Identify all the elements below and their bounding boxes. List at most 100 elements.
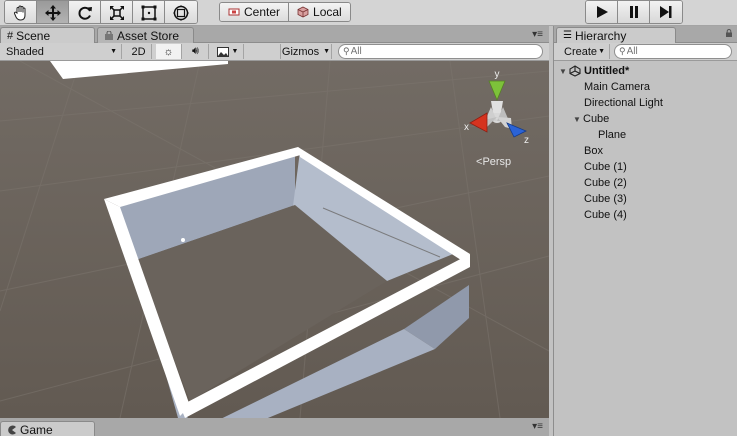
transform-tool-group [4,0,198,24]
hierarchy-item-label: Box [584,145,603,157]
chevron-down-icon: ▼ [323,48,331,55]
game-tabbar: Game ▾≡ [0,418,549,436]
speaker-icon: 🔊︎ [192,45,199,57]
hierarchy-item-cube-4[interactable]: Cube (4) [554,207,737,223]
hierarchy-item-label: Untitled* [584,65,630,77]
tab-game-label: Game [20,422,53,436]
expand-triangle-icon[interactable]: ▼ [559,67,569,76]
hierarchy-item-cube[interactable]: ▼ Cube [554,111,737,127]
hierarchy-item-directional-light[interactable]: Directional Light [554,95,737,111]
pacman-icon [8,425,16,434]
create-label: Create [564,45,598,58]
step-button[interactable] [650,1,682,23]
step-icon [660,6,672,18]
hierarchy-item-box[interactable]: Box [554,143,737,159]
hierarchy-item-main-camera[interactable]: Main Camera [554,79,737,95]
tab-hierarchy[interactable]: ☰ Hierarchy [556,27,676,43]
scene-viewport[interactable]: y x z <Persp [0,61,549,418]
move-arrows-icon [44,5,61,21]
shading-mode-dropdown[interactable]: Shaded ▼ [0,44,122,59]
play-icon [596,6,608,18]
pivot-local-button[interactable]: Local [289,3,350,21]
hand-tool-button[interactable] [5,1,37,23]
hierarchy-item-label: Plane [598,129,627,141]
pivot-center-button[interactable]: Center [220,3,290,21]
gizmo-x-label: x [464,122,469,133]
hierarchy-item-cube-1[interactable]: Cube (1) [554,159,737,175]
pivot-toggle-group: Center Local [219,2,351,22]
persp-label: <Persp [476,156,511,168]
scene-panel: # Scene Asset Store ▾≡ Shaded ▼ 2D ☼ 🔊︎ … [0,26,549,436]
hierarchy-item-cube-3[interactable]: Cube (3) [554,191,737,207]
scene-tabbar: # Scene Asset Store ▾≡ [0,26,549,43]
tab-asset-store[interactable]: Asset Store [97,27,194,43]
search-icon: ⚲ [619,46,626,56]
tab-game[interactable]: Game [0,421,95,436]
chevron-down-icon: ▼ [231,48,239,55]
scene-view-toolbar: Shaded ▼ 2D ☼ 🔊︎ ▼ Gizmos ▼ ⚲ [0,43,549,61]
main-toolbar: Center Local [0,0,737,26]
hierarchy-search-field[interactable]: ⚲ [614,44,732,59]
gizmo-y-label: y [495,69,500,80]
light-indicator [181,238,185,242]
move-tool-button[interactable] [37,1,69,23]
image-icon [216,46,229,57]
rotate-tool-button[interactable] [69,1,101,23]
scale-tool-button[interactable] [101,1,133,23]
audio-toggle[interactable]: 🔊︎ [183,44,209,59]
tab-scene[interactable]: # Scene [0,27,95,43]
center-pivot-icon [228,8,240,16]
rect-tool-button[interactable] [133,1,165,23]
hierarchy-item-label: Cube [583,113,610,125]
hierarchy-tabbar: ☰ Hierarchy [554,26,737,43]
gizmos-dropdown[interactable]: Gizmos ▼ [280,44,332,59]
bag-icon [105,30,113,40]
pivot-center-label: Center [244,5,281,19]
hierarchy-search-input[interactable] [626,46,731,57]
hierarchy-item-label: Main Camera [584,81,651,93]
lock-icon[interactable] [725,29,733,37]
sun-icon: ☼ [163,45,174,58]
transform-icon [173,5,189,21]
hierarchy-item-plane[interactable]: Plane [554,127,737,143]
transform-tool-button[interactable] [165,1,197,23]
pause-button[interactable] [618,1,650,23]
scene-search-field[interactable]: ⚲ [338,44,543,59]
tab-asset-store-label: Asset Store [117,28,180,43]
scene-render: y x z <Persp [0,61,549,418]
effects-dropdown[interactable]: ▼ [212,44,244,59]
scene-tab-menu-icon[interactable]: ▾≡ [532,29,543,40]
rect-icon [141,5,156,21]
mode-2d-label: 2D [131,45,146,58]
hierarchy-item-label: Cube (4) [584,209,627,221]
scene-search-input[interactable] [350,46,542,57]
hand-icon [13,5,25,21]
hierarchy-item-untitled-scene[interactable]: ▼ Untitled* [554,63,737,79]
create-dropdown[interactable]: Create ▼ [558,44,610,59]
list-icon: ☰ [563,30,572,41]
hierarchy-panel: ☰ Hierarchy Create ▼ ⚲ ▼ Untitled* Main … [553,26,737,436]
lighting-toggle[interactable]: ☼ [156,44,182,59]
shading-mode-label: Shaded [6,45,44,58]
search-icon: ⚲ [343,46,350,56]
chevron-down-icon: ▼ [110,48,117,55]
gizmos-label: Gizmos [281,45,320,58]
local-cube-icon [297,6,309,18]
pause-icon [629,6,638,18]
expand-triangle-icon[interactable]: ▼ [573,115,583,124]
unity-icon [569,65,581,77]
mode-2d-button[interactable]: 2D [126,44,152,59]
chevron-down-icon: ▼ [598,48,605,55]
pivot-local-label: Local [313,5,342,19]
persp-text: Persp [482,156,511,168]
game-tab-menu-icon[interactable]: ▾≡ [532,421,543,432]
hierarchy-toolbar: Create ▼ ⚲ [554,43,737,61]
hierarchy-list: ▼ Untitled* Main Camera Directional Ligh… [554,61,737,223]
tab-scene-label: Scene [16,28,51,43]
hierarchy-item-label: Cube (3) [584,193,627,205]
play-button[interactable] [586,1,618,23]
hierarchy-item-cube-2[interactable]: Cube (2) [554,175,737,191]
playback-controls [585,0,683,24]
hierarchy-item-label: Cube (2) [584,177,627,189]
hierarchy-item-label: Cube (1) [584,161,627,173]
